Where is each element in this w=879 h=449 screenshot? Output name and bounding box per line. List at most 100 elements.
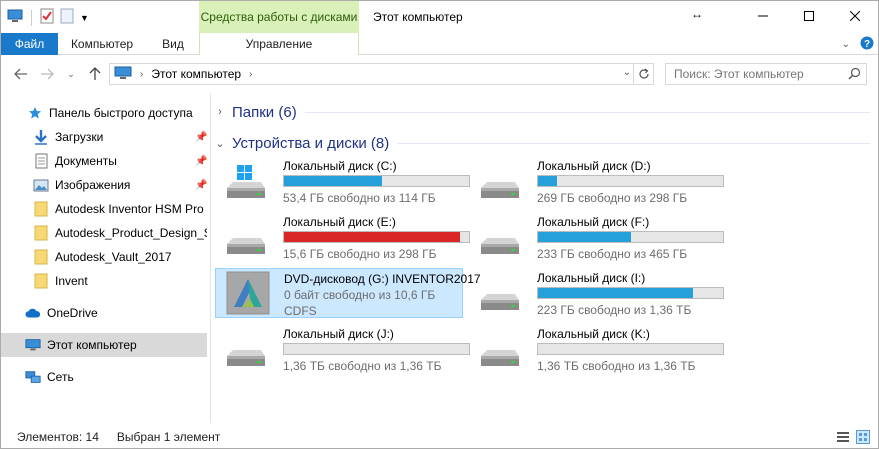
pin-icon[interactable]: 📌 <box>195 156 207 167</box>
minimize-button[interactable] <box>740 1 786 31</box>
star-icon <box>27 105 43 121</box>
sidebar-item-folder[interactable]: Autodesk_Vault_2017 <box>1 245 207 269</box>
sidebar-item-quick-access[interactable]: Панель быстрого доступа <box>1 101 207 125</box>
maximize-button[interactable] <box>786 1 832 31</box>
window-controls <box>740 1 878 31</box>
drive-usage-bar <box>283 343 470 355</box>
sidebar-item-folder[interactable]: Invent <box>1 269 207 293</box>
selection-count: Выбран 1 элемент <box>116 430 221 444</box>
computer-icon <box>7 9 23 26</box>
drive-usage-fill <box>538 176 557 186</box>
drive-usage-fill <box>284 176 383 186</box>
drive-usage-bar <box>283 231 470 243</box>
address-dropdown-icon[interactable]: ⌄ <box>623 67 631 78</box>
drive-tile-f[interactable]: Локальный диск (F:) 233 ГБ свободно из 4… <box>469 212 724 262</box>
drive-tile-g-dvd[interactable]: DVD-дисковод (G:) INVENTOR2017 0 байт св… <box>215 268 481 318</box>
pin-icon[interactable]: 📌 <box>195 132 207 143</box>
hard-drive-icon <box>475 332 523 370</box>
computer-icon <box>25 337 41 353</box>
drive-usage-bar <box>537 287 724 299</box>
computer-icon <box>114 66 132 83</box>
group-divider <box>397 143 870 144</box>
hard-drive-icon <box>475 220 523 258</box>
back-button[interactable] <box>11 65 31 83</box>
drive-tile-d[interactable]: Локальный диск (D:) 269 ГБ свободно из 2… <box>469 156 724 206</box>
status-bar: Элементов: 14 Выбран 1 элемент <box>1 426 878 448</box>
address-bar[interactable]: › Этот компьютер › ⌄ <box>109 63 654 85</box>
properties-icon[interactable] <box>40 8 54 27</box>
tab-file[interactable]: Файл <box>1 33 58 55</box>
drive-tools-context-tab: Средства работы с дисками <box>199 1 359 33</box>
sidebar-item-folder[interactable]: Autodesk_Product_Design_Suite <box>1 221 207 245</box>
drive-tile-e[interactable]: Локальный диск (E:) 15,6 ГБ свободно из … <box>215 212 470 262</box>
navigation-pane: Панель быстрого доступа Загрузки 📌 Докум… <box>1 97 207 422</box>
pane-splitter[interactable] <box>210 93 211 423</box>
drive-usage-fill <box>538 232 631 242</box>
ribbon-tabs: Файл Компьютер Вид Управление ⌄ ? <box>1 33 878 55</box>
chevron-down-icon[interactable]: ⌄ <box>213 137 227 150</box>
cloud-icon <box>25 305 41 321</box>
folder-icon <box>33 201 49 217</box>
up-button[interactable] <box>85 65 105 83</box>
search-box[interactable] <box>665 63 867 85</box>
pictures-icon <box>33 177 49 193</box>
drive-tile-j[interactable]: Локальный диск (J:) 1,36 ТБ свободно из … <box>215 324 470 374</box>
hard-drive-icon <box>221 332 269 370</box>
svg-text:?: ? <box>864 39 870 50</box>
group-header-devices[interactable]: ⌄ Устройства и диски (8) <box>213 132 389 154</box>
sidebar-item-network[interactable]: Сеть <box>1 365 207 389</box>
item-count: Элементов: 14 <box>17 430 99 444</box>
close-button[interactable] <box>832 1 878 31</box>
ribbon-right-controls: ⌄ ? <box>842 36 874 53</box>
inventor-dvd-icon <box>226 271 270 315</box>
drive-tile-c[interactable]: Локальный диск (C:) 53,4 ГБ свободно из … <box>215 156 470 206</box>
group-divider <box>305 112 870 113</box>
pin-icon[interactable]: 📌 <box>195 180 207 191</box>
qat-separator <box>31 9 32 26</box>
resize-cursor-icon: ↔ <box>691 7 703 21</box>
sidebar-item-downloads[interactable]: Загрузки 📌 <box>1 125 207 149</box>
expand-ribbon-icon[interactable]: ⌄ <box>842 39 850 50</box>
window-title: Этот компьютер <box>373 10 463 24</box>
drive-usage-bar <box>283 175 470 187</box>
sidebar-item-pictures[interactable]: Изображения 📌 <box>1 173 207 197</box>
details-view-icon[interactable] <box>836 430 850 447</box>
breadcrumb-separator-icon[interactable]: › <box>140 69 143 80</box>
recent-locations-icon[interactable]: ⌄ <box>61 65 81 83</box>
quick-access-toolbar: ▼ <box>7 8 89 27</box>
tab-view[interactable]: Вид <box>149 33 197 55</box>
search-input[interactable] <box>674 67 854 81</box>
tab-manage[interactable]: Управление <box>199 33 359 55</box>
new-folder-icon[interactable] <box>60 8 74 27</box>
sidebar-item-documents[interactable]: Документы 📌 <box>1 149 207 173</box>
sidebar-item-folder[interactable]: Autodesk Inventor HSM Pro 2017 <box>1 197 207 221</box>
folder-icon <box>33 273 49 289</box>
drive-tile-k[interactable]: Локальный диск (K:) 1,36 ТБ свободно из … <box>469 324 724 374</box>
drive-tile-i[interactable]: Локальный диск (I:) 223 ГБ свободно из 1… <box>469 268 724 318</box>
drive-usage-fill <box>284 232 460 242</box>
sidebar-item-onedrive[interactable]: OneDrive <box>1 301 207 325</box>
help-icon[interactable]: ? <box>860 36 874 53</box>
drive-usage-bar <box>537 231 724 243</box>
breadcrumb-separator-icon[interactable]: › <box>249 69 252 80</box>
network-icon <box>25 369 41 385</box>
hard-drive-icon <box>221 220 269 258</box>
sidebar-item-this-pc[interactable]: Этот компьютер <box>1 333 207 357</box>
search-icon[interactable] <box>848 67 861 83</box>
tab-computer[interactable]: Компьютер <box>61 33 143 55</box>
large-icons-view-icon[interactable] <box>856 430 870 447</box>
forward-button[interactable] <box>37 65 57 83</box>
documents-icon <box>33 153 49 169</box>
explorer-window: ▼ Средства работы с дисками Этот компьют… <box>0 0 879 449</box>
group-header-folders[interactable]: › Папки (6) <box>213 101 297 123</box>
refresh-button[interactable] <box>633 64 653 84</box>
navigation-bar: ⌄ › Этот компьютер › ⌄ <box>1 56 878 92</box>
qat-dropdown-icon[interactable]: ▼ <box>80 13 89 23</box>
chevron-right-icon[interactable]: › <box>213 106 227 118</box>
view-switcher <box>836 430 870 447</box>
breadcrumb-this-pc[interactable]: Этот компьютер <box>151 67 241 81</box>
folder-icon <box>33 225 49 241</box>
title-bar: ▼ Средства работы с дисками Этот компьют… <box>1 1 878 33</box>
drive-usage-bar <box>537 175 724 187</box>
content-pane: › Папки (6) ⌄ Устройства и диски (8) Лок… <box>213 97 878 422</box>
